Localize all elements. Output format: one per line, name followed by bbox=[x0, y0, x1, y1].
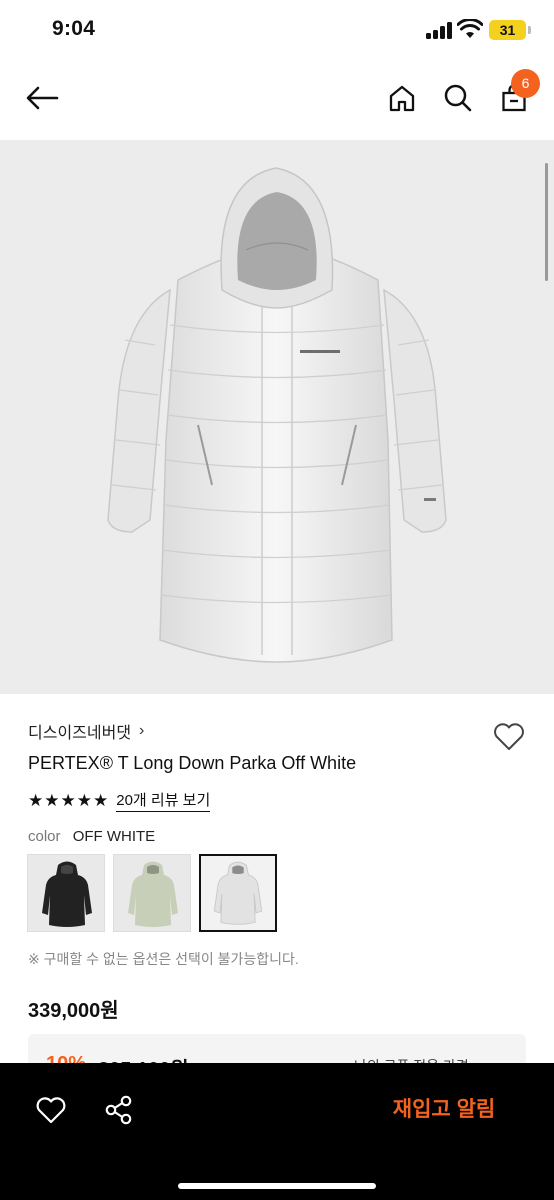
color-swatches bbox=[27, 854, 277, 932]
chevron-right-icon: › bbox=[139, 722, 145, 739]
review-link[interactable]: 20개 리뷰 보기 bbox=[116, 789, 211, 812]
back-button[interactable] bbox=[22, 78, 62, 118]
off-white-parka-thumbnail bbox=[213, 861, 263, 925]
swatch-off-white[interactable] bbox=[199, 854, 277, 932]
product-name: PERTEX® T Long Down Parka Off White bbox=[28, 753, 357, 773]
restock-alert-button[interactable]: 재입고 알림 bbox=[364, 1093, 524, 1127]
brand-link[interactable]: 디스이즈네버댓 › bbox=[28, 719, 144, 743]
heart-icon bbox=[36, 1097, 66, 1124]
bottom-action-bar: 재입고 알림 bbox=[0, 1063, 554, 1200]
swatch-black[interactable] bbox=[27, 854, 105, 932]
rating-stars: ★ ★ ★ ★ ★ bbox=[28, 791, 108, 811]
wifi-icon bbox=[457, 19, 483, 38]
status-time: 9:04 bbox=[52, 17, 96, 40]
black-parka-thumbnail bbox=[42, 861, 92, 927]
product-image[interactable] bbox=[0, 140, 554, 694]
star-icon: ★ bbox=[93, 790, 109, 810]
brand-name: 디스이즈네버댓 bbox=[28, 725, 132, 742]
swatch-sage[interactable] bbox=[113, 854, 191, 932]
star-icon: ★ bbox=[44, 790, 60, 810]
sage-parka-thumbnail bbox=[128, 861, 178, 927]
product-price: 339,000원 bbox=[28, 1000, 119, 1022]
arrow-left-icon bbox=[26, 86, 59, 110]
star-icon: ★ bbox=[28, 790, 44, 810]
star-icon: ★ bbox=[76, 790, 92, 810]
search-button[interactable] bbox=[438, 78, 478, 118]
signal-icon bbox=[426, 21, 454, 39]
battery-icon: 31 bbox=[489, 20, 526, 40]
color-label: color bbox=[28, 828, 61, 845]
option-notice: ※ 구매할 수 없는 옵션은 선택이 불가능합니다. bbox=[28, 951, 299, 967]
wishlist-button[interactable] bbox=[491, 718, 527, 754]
search-icon bbox=[444, 84, 472, 112]
bottom-wishlist-button[interactable] bbox=[34, 1093, 68, 1127]
share-icon bbox=[105, 1095, 132, 1125]
star-icon: ★ bbox=[60, 790, 76, 810]
share-button[interactable] bbox=[102, 1093, 136, 1127]
home-icon bbox=[389, 85, 415, 112]
color-row: color OFF WHITE bbox=[28, 828, 155, 845]
nav-bar bbox=[0, 60, 554, 140]
home-button[interactable] bbox=[382, 78, 422, 118]
cart-count-badge: 6 bbox=[511, 69, 540, 98]
image-scroll-indicator bbox=[545, 163, 548, 281]
battery-tip bbox=[528, 26, 531, 34]
rating-row: ★ ★ ★ ★ ★ 20개 리뷰 보기 bbox=[28, 789, 211, 812]
home-indicator bbox=[178, 1183, 376, 1189]
status-bar: 9:04 31 bbox=[0, 0, 554, 60]
color-value: OFF WHITE bbox=[72, 828, 156, 845]
heart-icon bbox=[494, 723, 524, 750]
parka-image bbox=[107, 167, 447, 663]
